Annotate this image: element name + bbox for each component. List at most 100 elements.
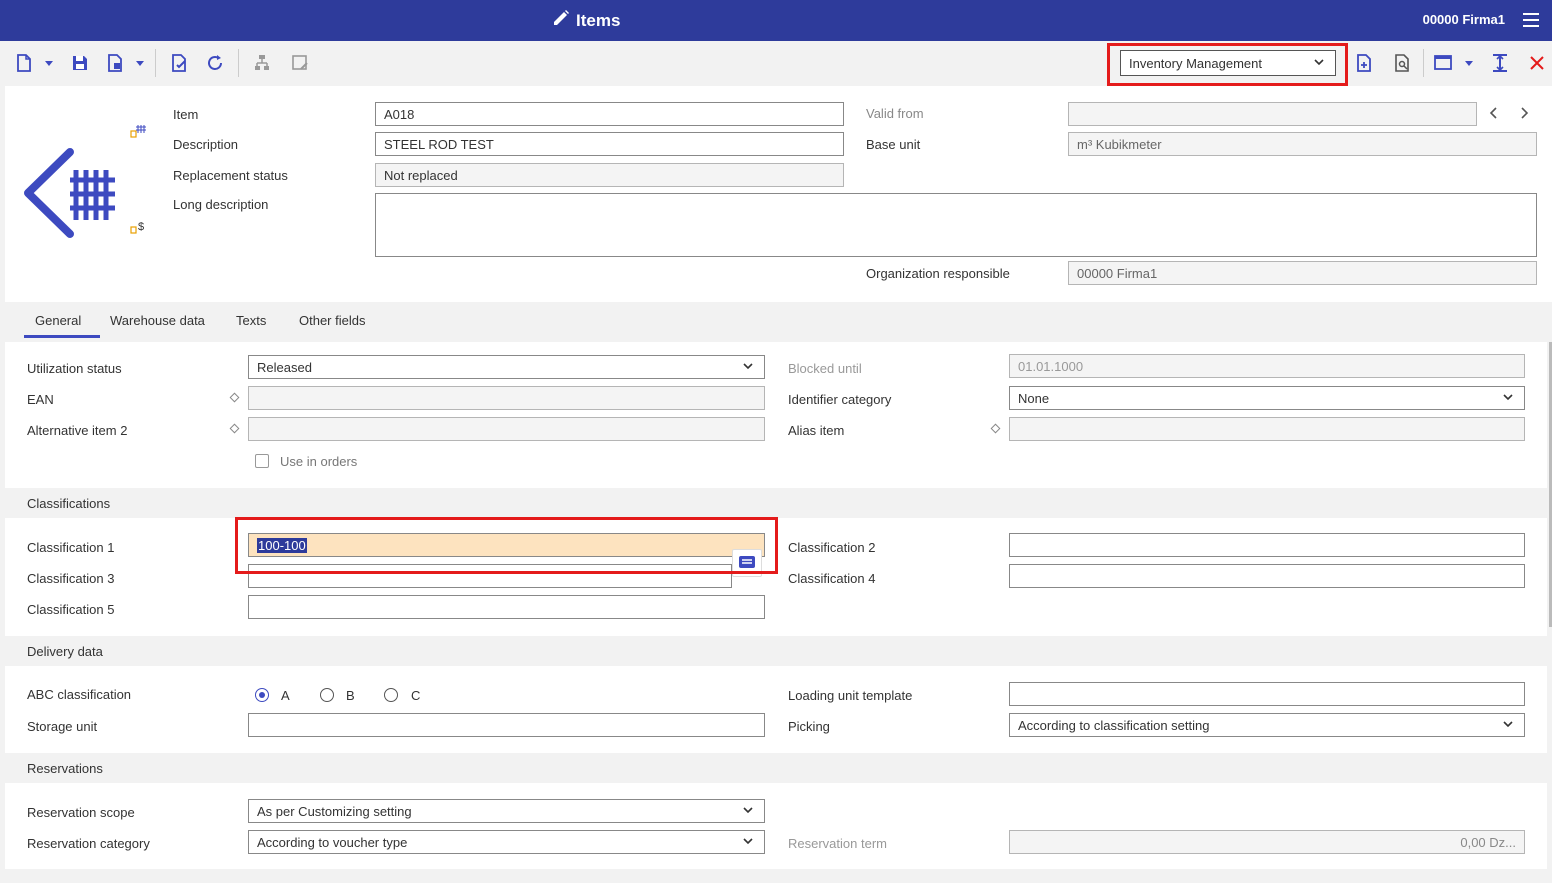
ean-field[interactable] <box>248 386 765 410</box>
previous-icon[interactable] <box>1488 106 1500 123</box>
ean-label: EAN <box>27 392 54 407</box>
delivery-data-header: Delivery data <box>5 636 1547 666</box>
abc-radio-a-label: A <box>281 688 290 703</box>
chevron-down-icon <box>1502 391 1514 406</box>
classification-4-field[interactable] <box>1009 564 1525 588</box>
organization-label: 00000 Firma1 <box>1422 12 1505 27</box>
abc-radio-c[interactable] <box>384 688 398 702</box>
reservation-term-label: Reservation term <box>788 836 887 851</box>
refresh-icon[interactable] <box>203 51 227 75</box>
alternative-item-field[interactable] <box>248 417 765 441</box>
next-icon[interactable] <box>1518 106 1530 123</box>
blocked-until-field: 01.01.1000 <box>1009 354 1525 378</box>
new-related-document-icon[interactable] <box>1352 51 1376 75</box>
reservations-header: Reservations <box>5 753 1547 783</box>
item-icon <box>20 148 120 238</box>
svg-text:$: $ <box>138 221 144 233</box>
description-label: Description <box>173 137 239 152</box>
structure-icon[interactable] <box>250 51 274 75</box>
classification-2-field[interactable] <box>1009 533 1525 557</box>
new-dropdown-caret-icon[interactable] <box>45 61 53 66</box>
save-as-icon[interactable] <box>103 51 127 75</box>
loading-unit-template-label: Loading unit template <box>788 688 913 703</box>
grid-small-icon[interactable] <box>130 124 146 141</box>
chevron-down-icon <box>742 804 754 819</box>
utilization-status-select[interactable]: Released <box>248 355 765 379</box>
edit-icon <box>552 9 570 32</box>
window-dropdown-caret-icon[interactable] <box>1465 61 1473 66</box>
classification-4-label: Classification 4 <box>788 571 876 586</box>
price-icon[interactable]: $ <box>130 219 146 238</box>
storage-unit-field[interactable] <box>248 713 765 737</box>
abc-classification-label: ABC classification <box>27 687 132 702</box>
use-in-orders-checkbox[interactable] <box>255 454 269 468</box>
save-icon[interactable] <box>68 51 92 75</box>
alternative-item-label: Alternative item 2 <box>27 423 128 438</box>
base-unit-label: Base unit <box>866 137 921 152</box>
expand-vertical-icon[interactable] <box>1488 51 1512 75</box>
active-tab-indicator <box>24 335 100 338</box>
base-unit-field: m³ Kubikmeter <box>1068 132 1537 156</box>
abc-radio-a[interactable] <box>255 688 269 702</box>
long-description-field[interactable] <box>375 193 1537 257</box>
loading-unit-template-field[interactable] <box>1009 682 1525 706</box>
abc-radio-b[interactable] <box>320 688 334 702</box>
tab-warehouse-data[interactable]: Warehouse data <box>110 313 205 328</box>
classification-2-label: Classification 2 <box>788 540 876 555</box>
delivery-data-section <box>5 666 1547 753</box>
tab-general[interactable]: General <box>35 313 81 328</box>
save-dropdown-caret-icon[interactable] <box>136 61 144 66</box>
item-label: Item <box>173 107 199 122</box>
window-icon[interactable] <box>1431 51 1455 75</box>
reservation-scope-select[interactable]: As per Customizing setting <box>248 799 765 823</box>
reservation-category-select[interactable]: According to voucher type <box>248 830 765 854</box>
search-document-icon[interactable] <box>1390 51 1414 75</box>
blocked-until-label: Blocked until <box>788 361 862 376</box>
classification-3-label: Classification 3 <box>27 571 115 586</box>
classifications-header: Classifications <box>5 488 1547 518</box>
picking-label: Picking <box>788 719 830 734</box>
reservations-section <box>5 783 1547 869</box>
identifier-category-select[interactable]: None <box>1009 386 1525 410</box>
highlight-box-context <box>1107 43 1348 86</box>
identifier-category-label: Identifier category <box>788 392 892 407</box>
classification-5-field[interactable] <box>248 595 765 619</box>
tab-other-fields[interactable]: Other fields <box>299 313 365 328</box>
utilization-status-label: Utilization status <box>27 361 122 376</box>
reservation-term-field: 0,00 Dz... <box>1009 830 1525 854</box>
tab-bar: General Warehouse data Texts Other field… <box>5 302 1552 340</box>
chevron-down-icon <box>742 835 754 850</box>
organization-responsible-field: 00000 Firma1 <box>1068 261 1537 285</box>
chevron-down-icon <box>1502 718 1514 733</box>
storage-unit-label: Storage unit <box>27 719 98 734</box>
title-bar: Items 00000 Firma1 <box>0 0 1552 41</box>
classification-5-label: Classification 5 <box>27 602 115 617</box>
valid-from-field <box>1068 102 1477 126</box>
chevron-down-icon <box>742 360 754 375</box>
edit-form-icon[interactable] <box>288 51 312 75</box>
picking-select[interactable]: According to classification setting <box>1009 713 1525 737</box>
abc-radio-c-label: C <box>411 688 421 703</box>
item-field[interactable]: A018 <box>375 102 844 126</box>
replacement-status-field: Not replaced <box>375 163 844 187</box>
valid-from-label: Valid from <box>866 106 924 121</box>
highlight-box-classification <box>235 517 778 574</box>
classification-1-label: Classification 1 <box>27 540 115 555</box>
description-field[interactable]: STEEL ROD TEST <box>375 132 844 156</box>
use-in-orders-label: Use in orders <box>280 454 358 469</box>
close-icon[interactable] <box>1525 51 1549 75</box>
validate-document-icon[interactable] <box>167 51 191 75</box>
reservation-category-label: Reservation category <box>27 836 150 851</box>
abc-radio-b-label: B <box>346 688 355 703</box>
reservation-scope-label: Reservation scope <box>27 805 135 820</box>
alias-item-label: Alias item <box>788 423 845 438</box>
tab-texts[interactable]: Texts <box>236 313 266 328</box>
hamburger-menu-icon[interactable] <box>1520 8 1544 32</box>
organization-responsible-label: Organization responsible <box>866 266 1010 281</box>
alias-item-field[interactable] <box>1009 417 1525 441</box>
new-document-icon[interactable] <box>12 51 36 75</box>
long-description-label: Long description <box>173 197 269 212</box>
header-panel: $ Item A018 Description STEEL ROD TEST R… <box>5 86 1552 302</box>
page-title: Items <box>552 9 620 32</box>
replacement-status-label: Replacement status <box>173 168 288 183</box>
